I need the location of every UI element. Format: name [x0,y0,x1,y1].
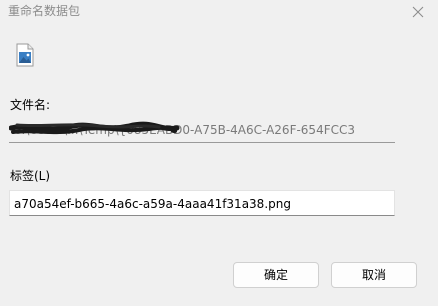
close-button[interactable] [404,0,432,24]
filename-field: C:\Users\...\Temp\{085EABD0-A75B-4A6C-A2… [9,117,395,143]
close-icon [412,6,424,18]
image-file-icon [16,43,34,67]
tag-input-value[interactable]: a70a54ef-b665-4a6c-a59a-4aaa41f31a38.png [14,196,291,212]
filename-value: C:\Users\...\Temp\{085EABD0-A75B-4A6C-A2… [13,123,355,137]
dialog-title: 重命名数据包 [8,4,81,18]
tag-label: 标签(L) [10,169,51,183]
tag-input[interactable]: a70a54ef-b665-4a6c-a59a-4aaa41f31a38.png [9,190,395,216]
rename-packet-dialog: 重命名数据包 文件名: C:\Users\...\Temp\{085EABD0-… [0,0,438,306]
title-bar: 重命名数据包 [0,0,438,24]
cancel-button[interactable]: 取消 [331,262,417,288]
filename-label: 文件名: [10,98,51,112]
ok-button[interactable]: 确定 [233,262,319,288]
